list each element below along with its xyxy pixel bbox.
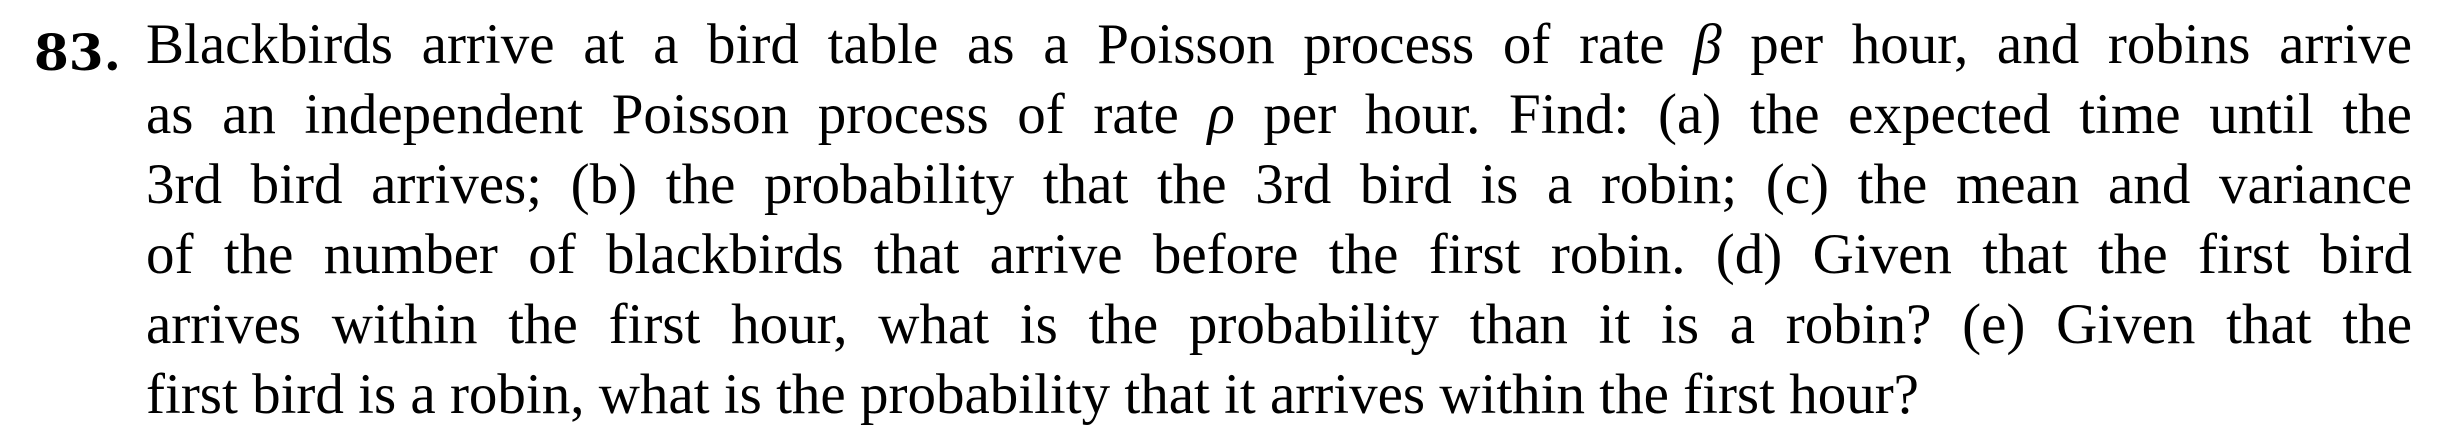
problem-text-line-2: as an independent Poisson process of rat… xyxy=(146,80,2412,150)
problem-text-line-1: Blackbirds arrive at a bird table as a P… xyxy=(146,10,2412,80)
line-1-before: Blackbirds arrive at a bird table as a P… xyxy=(146,13,1694,76)
line-1-after: per hour, and robins arrive xyxy=(1721,13,2412,76)
problem-number: 83. xyxy=(34,23,121,82)
line-2-after: per hour. Find: (a) the expected time un… xyxy=(1234,83,2412,146)
problem-text-line-6: first bird is a robin, what is the proba… xyxy=(146,363,1919,426)
problem-text-line-4: of the number of blackbirds that arrive … xyxy=(146,223,2412,286)
line-2-before: as an independent Poisson process of rat… xyxy=(146,83,1208,146)
problem-text-line-3: 3rd bird arrives; (b) the probability th… xyxy=(146,153,2412,216)
rho-symbol: ρ xyxy=(1207,83,1235,146)
beta-symbol: β xyxy=(1693,13,1722,76)
problem-text-line-5: arrives within the first hour, what is t… xyxy=(146,293,2412,356)
